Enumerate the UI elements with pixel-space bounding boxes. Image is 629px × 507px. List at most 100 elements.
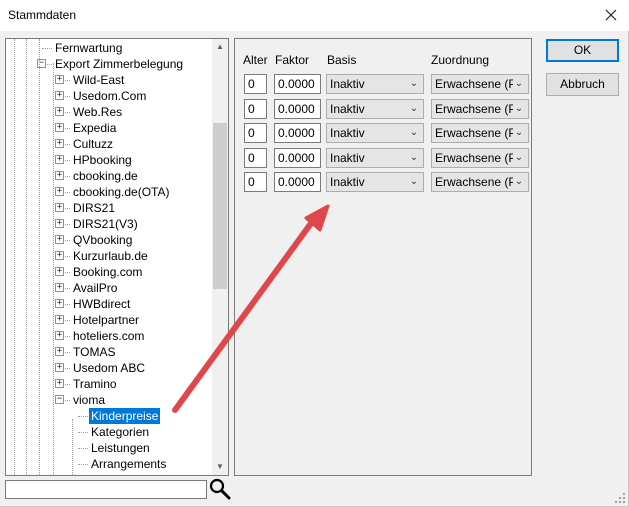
expand-icon[interactable]: + bbox=[55, 283, 64, 292]
tree-item[interactable]: + Kurzurlaub.de bbox=[6, 248, 213, 264]
tree-item-label[interactable]: Usedom ABC bbox=[71, 360, 147, 376]
expand-icon[interactable]: + bbox=[55, 267, 64, 276]
tree-item-label[interactable]: Arrangements bbox=[89, 456, 168, 472]
expand-icon[interactable]: + bbox=[55, 331, 64, 340]
zuordnung-select[interactable]: Erwachsene (P: ⌄ bbox=[431, 98, 529, 119]
tree-item-label[interactable]: DIRS21 bbox=[71, 200, 117, 216]
tree-item-label[interactable]: hoteliers.com bbox=[71, 328, 146, 344]
tree-item[interactable]: + DIRS21 bbox=[6, 200, 213, 216]
tree-item[interactable]: Kategorien bbox=[6, 424, 213, 440]
expand-icon[interactable]: + bbox=[55, 171, 64, 180]
expand-icon[interactable]: + bbox=[55, 363, 64, 372]
tree-item-label[interactable]: vioma bbox=[71, 392, 107, 408]
basis-select[interactable]: Inaktiv ⌄ bbox=[326, 123, 424, 143]
alter-input[interactable]: 0 bbox=[244, 98, 267, 119]
expand-icon[interactable]: + bbox=[55, 107, 64, 116]
search-icon[interactable] bbox=[208, 477, 232, 501]
resize-grip-icon[interactable] bbox=[614, 492, 626, 504]
tree-item-label[interactable]: QVbooking bbox=[71, 232, 134, 248]
tree-item[interactable]: + Expedia bbox=[6, 120, 213, 136]
scrollbar-thumb[interactable] bbox=[213, 123, 227, 289]
tree-item-label[interactable]: Leistungen bbox=[89, 440, 152, 456]
tree-item[interactable]: + HWBdirect bbox=[6, 296, 213, 312]
expand-icon[interactable]: + bbox=[55, 315, 64, 324]
expand-icon[interactable]: + bbox=[55, 75, 64, 84]
tree-item[interactable]: + TOMAS bbox=[6, 344, 213, 360]
tree-item-label[interactable]: Wild-East bbox=[71, 72, 126, 88]
tree-item-label[interactable]: Fernwartung bbox=[53, 40, 124, 56]
expand-icon[interactable]: + bbox=[55, 219, 64, 228]
alter-input[interactable]: 0 bbox=[244, 172, 267, 192]
expand-icon[interactable]: + bbox=[55, 155, 64, 164]
tree-item[interactable]: + DIRS21(V3) bbox=[6, 216, 213, 232]
tree-item-label[interactable]: Kurzurlaub.de bbox=[71, 248, 150, 264]
expand-icon[interactable]: + bbox=[55, 139, 64, 148]
expand-icon[interactable]: + bbox=[55, 123, 64, 132]
tree-item[interactable]: + Booking.com bbox=[6, 264, 213, 280]
expand-icon[interactable]: + bbox=[55, 235, 64, 244]
expand-icon[interactable]: + bbox=[55, 187, 64, 196]
tree-item[interactable]: Kinderpreise bbox=[6, 408, 213, 424]
tree-scrollbar[interactable]: ▲ ▼ bbox=[212, 39, 228, 475]
tree-item-label[interactable]: DIRS21(V3) bbox=[71, 216, 140, 232]
tree-item[interactable]: + hoteliers.com bbox=[6, 328, 213, 344]
chevron-down-icon[interactable]: ▼ bbox=[212, 459, 228, 475]
collapse-icon[interactable]: − bbox=[55, 395, 64, 404]
tree-item[interactable]: + HPbooking bbox=[6, 152, 213, 168]
zuordnung-select[interactable]: Erwachsene (P: ⌄ bbox=[431, 172, 529, 192]
alter-input[interactable]: 0 bbox=[244, 74, 267, 94]
tree-view[interactable]: Fernwartung − Export Zimmerbelegung + Wild-E… bbox=[5, 38, 229, 476]
basis-select[interactable]: Inaktiv ⌄ bbox=[326, 74, 424, 94]
faktor-input[interactable]: 0.0000 bbox=[274, 98, 321, 119]
zuordnung-select[interactable]: Erwachsene (P: ⌄ bbox=[431, 123, 529, 143]
tree-item-label[interactable]: Booking.com bbox=[71, 264, 144, 280]
tree-item-label[interactable]: Export Zimmerbelegung bbox=[53, 56, 185, 72]
tree-item-label[interactable]: cbooking.de(OTA) bbox=[71, 184, 172, 200]
tree-item[interactable]: + AvailPro bbox=[6, 280, 213, 296]
tree-item-label[interactable]: Usedom.Com bbox=[71, 88, 148, 104]
search-input[interactable] bbox=[5, 480, 207, 499]
expand-icon[interactable]: + bbox=[55, 251, 64, 260]
tree-item[interactable]: + Tramino bbox=[6, 376, 213, 392]
expand-icon[interactable]: + bbox=[55, 347, 64, 356]
tree-item-label[interactable]: Expedia bbox=[71, 120, 118, 136]
zuordnung-select[interactable]: Erwachsene (P: ⌄ bbox=[431, 147, 529, 168]
tree-item-label[interactable]: HPbooking bbox=[71, 152, 134, 168]
expand-icon[interactable]: + bbox=[55, 379, 64, 388]
tree-item[interactable]: − Export Zimmerbelegung bbox=[6, 56, 213, 72]
tree-item-label[interactable]: Cultuzz bbox=[71, 136, 115, 152]
tree-item-label[interactable]: TOMAS bbox=[71, 344, 117, 360]
tree-item[interactable]: + Usedom.Com bbox=[6, 88, 213, 104]
tree-item[interactable]: + QVbooking bbox=[6, 232, 213, 248]
faktor-input[interactable]: 0.0000 bbox=[274, 123, 321, 143]
tree-item-label[interactable]: Tramino bbox=[71, 376, 119, 392]
tree-item[interactable]: − vioma bbox=[6, 392, 213, 408]
basis-select[interactable]: Inaktiv ⌄ bbox=[326, 98, 424, 119]
chevron-up-icon[interactable]: ▲ bbox=[212, 39, 228, 55]
faktor-input[interactable]: 0.0000 bbox=[274, 74, 321, 94]
tree-item-label[interactable]: AvailPro bbox=[71, 280, 119, 296]
expand-icon[interactable]: + bbox=[55, 299, 64, 308]
tree-item[interactable]: Arrangements bbox=[6, 456, 213, 472]
tree-item-label[interactable]: Hotelpartner bbox=[71, 312, 141, 328]
zuordnung-select[interactable]: Erwachsene (P: ⌄ bbox=[431, 74, 529, 94]
tree-item[interactable]: + Cultuzz bbox=[6, 136, 213, 152]
tree-item-label[interactable]: HWBdirect bbox=[71, 296, 132, 312]
tree-item[interactable]: + cbooking.de(OTA) bbox=[6, 184, 213, 200]
cancel-button[interactable]: Abbruch bbox=[546, 73, 619, 96]
tree-item[interactable]: + Wild-East bbox=[6, 72, 213, 88]
expand-icon[interactable]: + bbox=[55, 91, 64, 100]
tree-item-label[interactable]: cbooking.de bbox=[71, 168, 140, 184]
tree-item[interactable]: Leistungen bbox=[6, 440, 213, 456]
close-button[interactable] bbox=[597, 2, 625, 28]
expand-icon[interactable]: + bbox=[55, 203, 64, 212]
alter-input[interactable]: 0 bbox=[244, 147, 267, 168]
basis-select[interactable]: Inaktiv ⌄ bbox=[326, 147, 424, 168]
tree-item[interactable]: + Hotelpartner bbox=[6, 312, 213, 328]
faktor-input[interactable]: 0.0000 bbox=[274, 172, 321, 192]
tree-item[interactable]: + cbooking.de bbox=[6, 168, 213, 184]
basis-select[interactable]: Inaktiv ⌄ bbox=[326, 172, 424, 192]
tree-item-label[interactable]: Kategorien bbox=[89, 424, 151, 440]
tree-item[interactable]: + Usedom ABC bbox=[6, 360, 213, 376]
faktor-input[interactable]: 0.0000 bbox=[274, 147, 321, 168]
